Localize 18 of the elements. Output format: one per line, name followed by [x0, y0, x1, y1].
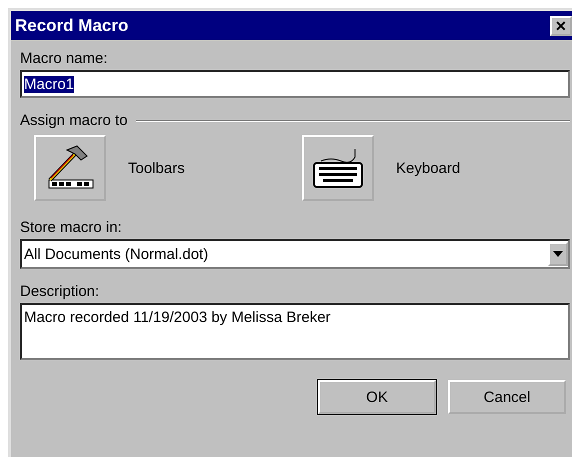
close-button[interactable]: ✕: [550, 16, 572, 36]
cancel-button[interactable]: Cancel: [448, 380, 566, 414]
field-label: Macro name:: [20, 50, 108, 67]
window-title: Record Macro: [15, 16, 128, 36]
button-label: Toolbars: [128, 160, 185, 176]
macro-name-field[interactable]: Macro1: [20, 70, 570, 98]
toolbars-button[interactable]: [34, 135, 106, 201]
keyboard-button[interactable]: [302, 135, 374, 201]
field-value: Macro recorded 11/19/2003 by Melissa Breker: [24, 309, 331, 326]
description-field[interactable]: Macro recorded 11/19/2003 by Melissa Breker: [20, 303, 570, 360]
field-value: Macro1: [24, 76, 74, 92]
dropdown-value: All Documents (Normal.dot): [24, 246, 208, 262]
ok-button[interactable]: OK: [318, 380, 436, 414]
button-label: Keyboard: [396, 160, 460, 176]
group-label: Assign macro to: [20, 112, 128, 129]
field-label: Description:: [20, 283, 100, 300]
field-label: Store macro in:: [20, 219, 122, 236]
store-dropdown[interactable]: All Documents (Normal.dot): [20, 239, 570, 269]
